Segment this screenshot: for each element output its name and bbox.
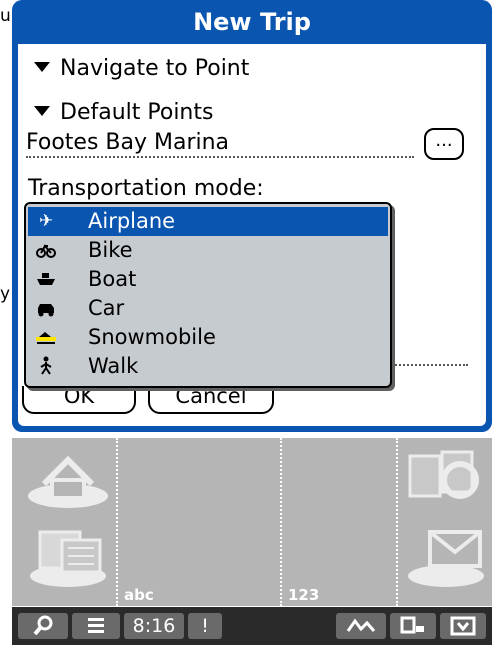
dock-icon[interactable] — [440, 613, 486, 639]
list-item-airplane[interactable]: ✈ Airplane — [28, 207, 388, 236]
home-icon[interactable] — [26, 446, 110, 512]
background-text-fragment: y — [0, 284, 11, 304]
list-item-snowmobile[interactable]: Snowmobile — [28, 323, 388, 352]
menu-icon[interactable] — [72, 613, 120, 639]
clock[interactable]: 8:16 — [124, 613, 184, 639]
hidden-field-underline — [392, 364, 468, 366]
navigate-label: Navigate to Point — [60, 56, 250, 81]
ok-button[interactable]: OK — [22, 386, 136, 414]
list-item-car[interactable]: Car — [28, 294, 388, 323]
status-bar: 8:16 ! — [12, 607, 492, 645]
browse-points-button[interactable]: ... — [424, 128, 464, 160]
calculator-icon[interactable] — [26, 522, 110, 590]
location-value: Footes Bay Marina — [26, 130, 230, 155]
alert-icon[interactable]: ! — [188, 613, 222, 639]
boat-icon — [36, 269, 56, 289]
walk-icon — [36, 356, 56, 376]
search-icon[interactable] — [18, 613, 68, 639]
default-points-trigger[interactable]: Default Points — [34, 100, 213, 125]
transportation-list[interactable]: ✈ Airplane Bike Boat Car Snowmobile Walk — [24, 202, 392, 388]
navigate-to-point-trigger[interactable]: Navigate to Point — [34, 56, 249, 81]
dialog-title: New Trip — [193, 8, 311, 36]
default-points-label: Default Points — [60, 100, 214, 125]
signal-icon[interactable] — [336, 613, 386, 639]
background-text-fragment: u — [0, 6, 11, 26]
graffiti-123-label: 123 — [288, 586, 320, 604]
car-icon — [36, 298, 56, 318]
graffiti-divider — [116, 438, 118, 606]
graffiti-divider — [280, 438, 282, 606]
mail-icon[interactable] — [404, 522, 488, 590]
transportation-mode-label: Transportation mode: — [28, 176, 264, 201]
list-item-boat[interactable]: Boat — [28, 265, 388, 294]
find-icon[interactable] — [404, 448, 488, 510]
triangle-down-icon — [34, 106, 50, 116]
graffiti-divider — [396, 438, 398, 606]
location-field[interactable]: Footes Bay Marina — [26, 130, 414, 158]
airplane-icon: ✈ — [38, 211, 54, 231]
list-item-walk[interactable]: Walk — [28, 352, 388, 381]
snowmobile-icon — [36, 327, 56, 347]
graffiti-abc-label: abc — [124, 586, 154, 604]
triangle-down-icon — [34, 62, 50, 72]
bike-icon — [36, 240, 56, 260]
graffiti-area[interactable]: abc 123 — [12, 438, 492, 606]
keyboard-icon[interactable] — [390, 613, 436, 639]
list-item-bike[interactable]: Bike — [28, 236, 388, 265]
cancel-button[interactable]: Cancel — [148, 386, 274, 414]
